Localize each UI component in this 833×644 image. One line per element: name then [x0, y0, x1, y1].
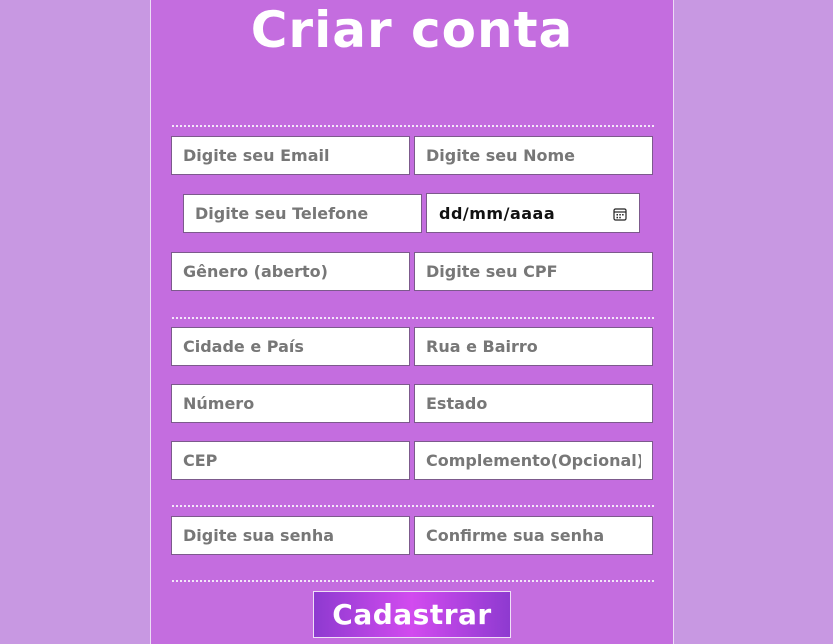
calendar-icon[interactable]: [613, 206, 627, 221]
birthdate-field[interactable]: dd/mm/aaaa: [426, 193, 640, 233]
cpf-field[interactable]: [414, 252, 653, 291]
city-field[interactable]: [171, 327, 410, 366]
password-field[interactable]: [171, 516, 410, 555]
page-title: Criar conta: [250, 1, 574, 59]
phone-field[interactable]: [183, 194, 422, 233]
section-divider: [172, 125, 654, 127]
section-divider: [172, 505, 654, 507]
number-field[interactable]: [171, 384, 410, 423]
name-field[interactable]: [414, 136, 653, 175]
email-field[interactable]: [171, 136, 410, 175]
section-divider: [172, 317, 654, 319]
signup-panel: Criar conta dd/mm/aaaa Cadastrar: [150, 0, 674, 644]
gender-field[interactable]: [171, 252, 410, 291]
date-placeholder: dd/mm/aaaa: [439, 203, 556, 223]
confirm-password-field[interactable]: [414, 516, 653, 555]
street-field[interactable]: [414, 327, 653, 366]
cep-field[interactable]: [171, 441, 410, 480]
state-field[interactable]: [414, 384, 653, 423]
section-divider: [172, 580, 654, 582]
submit-button[interactable]: Cadastrar: [313, 591, 511, 638]
complement-field[interactable]: [414, 441, 653, 480]
